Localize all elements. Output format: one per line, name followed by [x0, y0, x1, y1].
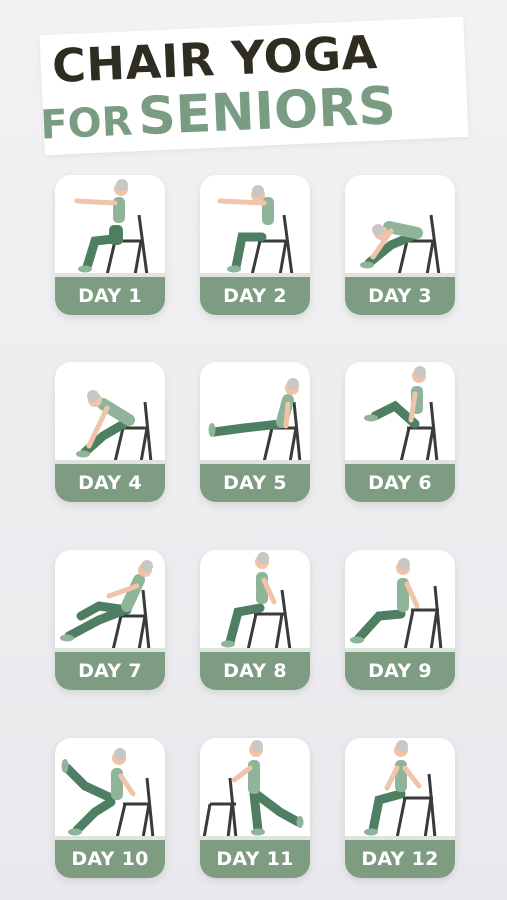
day-card-3[interactable]: DAY 3: [345, 175, 455, 315]
day-label: DAY 4: [55, 464, 165, 502]
day-card-10[interactable]: DAY 10: [55, 738, 165, 878]
day-card-1[interactable]: DAY 1: [55, 175, 165, 315]
pose-illustration-4: [76, 390, 153, 463]
day-label: DAY 9: [345, 652, 455, 690]
day-card-4[interactable]: DAY 4: [55, 362, 165, 502]
pose-illustration-8: [221, 552, 292, 651]
day-label: DAY 12: [345, 840, 455, 878]
day-label: DAY 10: [55, 840, 165, 878]
day-card-5[interactable]: DAY 5: [200, 362, 310, 502]
day-label: DAY 5: [200, 464, 310, 502]
day-grid: DAY 1 DAY 2 DAY 3 DAY 4 DAY 5 DAY 6 DAY …: [0, 0, 507, 900]
day-label: DAY 1: [55, 277, 165, 315]
pose-illustration-6: [364, 366, 439, 463]
pose-illustration-10: [61, 748, 155, 839]
pose-illustration-12: [364, 740, 437, 839]
pose-illustration-3: [360, 214, 441, 276]
day-card-9[interactable]: DAY 9: [345, 550, 455, 690]
day-label: DAY 2: [200, 277, 310, 315]
day-card-6[interactable]: DAY 6: [345, 362, 455, 502]
day-label: DAY 8: [200, 652, 310, 690]
day-label: DAY 3: [345, 277, 455, 315]
day-card-8[interactable]: DAY 8: [200, 550, 310, 690]
pose-illustration-11: [202, 740, 304, 839]
pose-illustration-5: [208, 378, 302, 463]
pose-illustration-1: [74, 179, 149, 276]
pose-illustration-9: [350, 558, 443, 651]
day-card-12[interactable]: DAY 12: [345, 738, 455, 878]
pose-illustration-7: [60, 560, 153, 651]
day-label: DAY 11: [200, 840, 310, 878]
day-card-11[interactable]: DAY 11: [200, 738, 310, 878]
day-card-2[interactable]: DAY 2: [200, 175, 310, 315]
day-label: DAY 7: [55, 652, 165, 690]
day-card-7[interactable]: DAY 7: [55, 550, 165, 690]
pose-illustration-2: [217, 185, 294, 276]
day-label: DAY 6: [345, 464, 455, 502]
